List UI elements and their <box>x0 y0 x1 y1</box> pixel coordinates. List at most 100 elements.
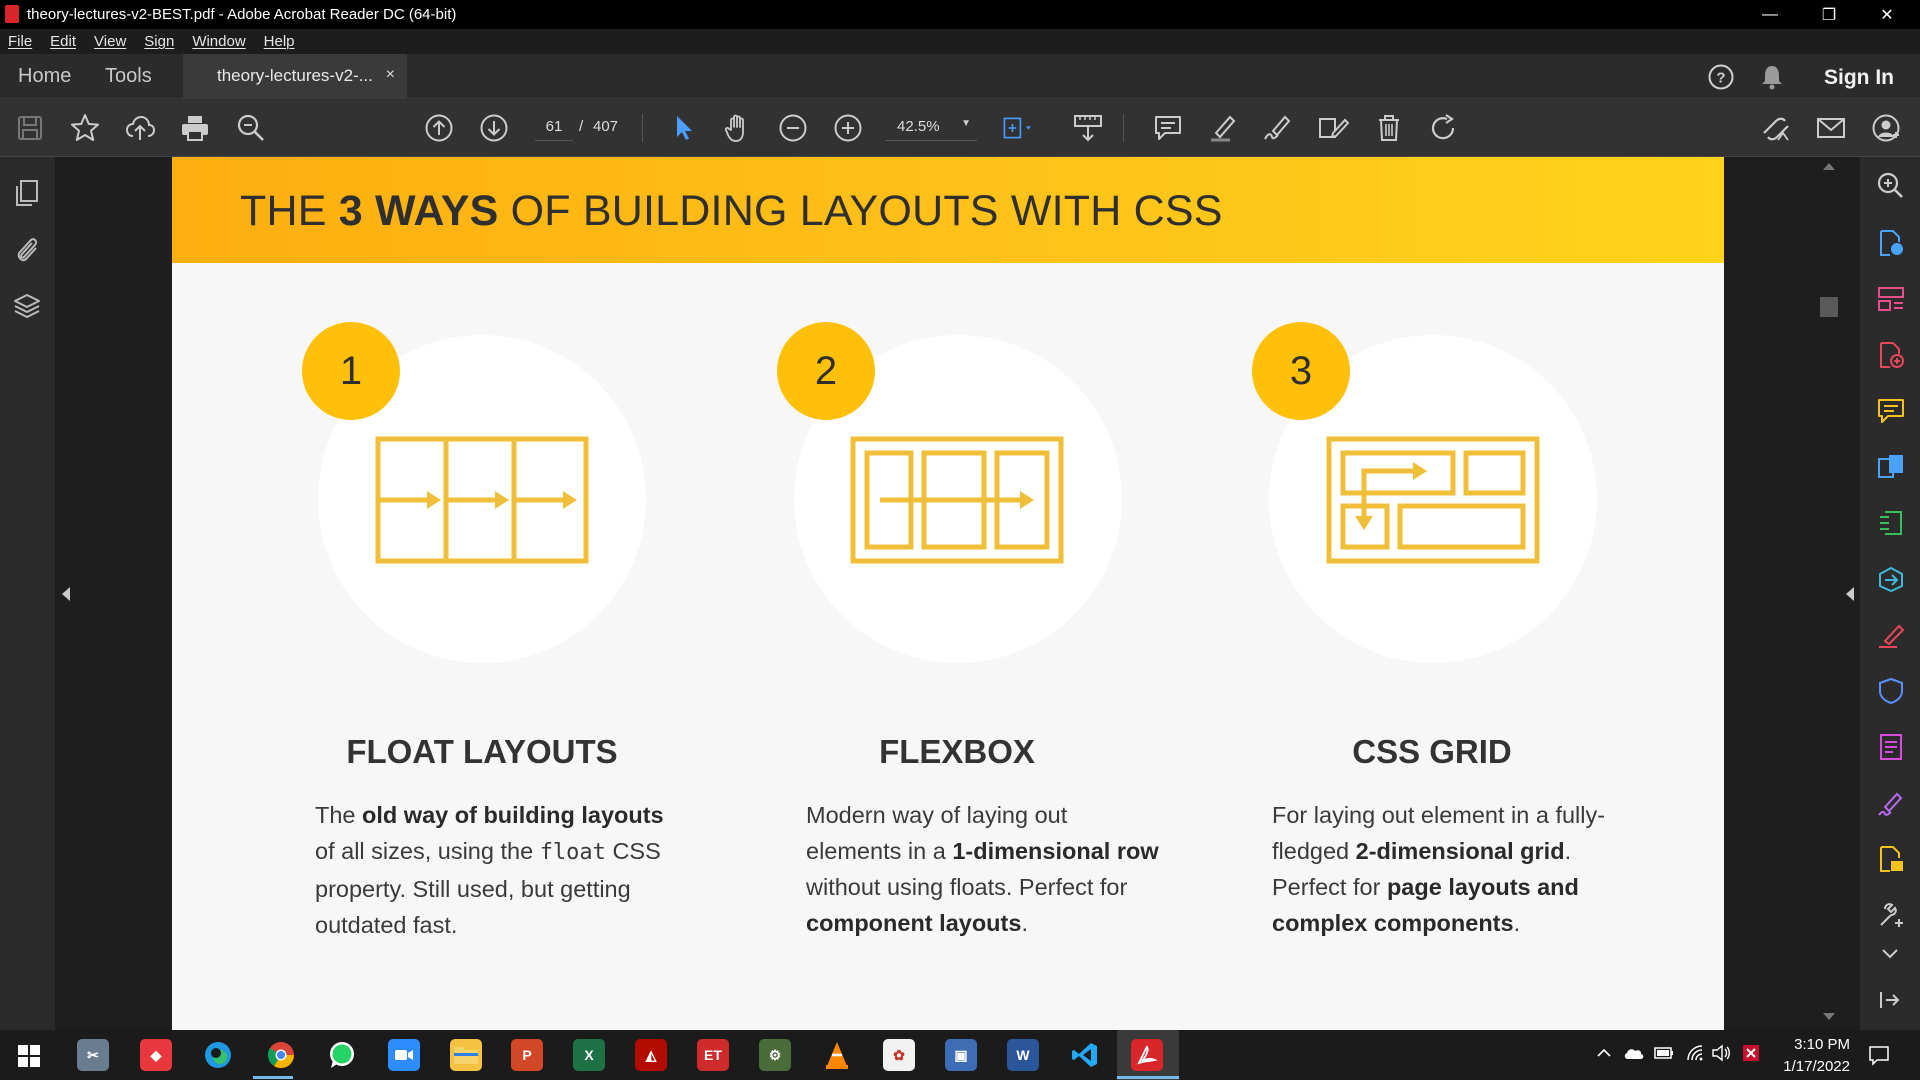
sign-in-button[interactable]: Sign In <box>1824 66 1894 90</box>
scroll-down-arrow[interactable] <box>1823 1013 1835 1020</box>
edit-text-icon[interactable] <box>1317 112 1349 144</box>
help-icon[interactable]: ? <box>1707 63 1735 91</box>
bookmark-star-icon[interactable] <box>69 112 101 144</box>
onedrive-cloud-icon[interactable] <box>1623 1046 1645 1060</box>
organize-pages-icon[interactable] <box>1877 285 1905 313</box>
expand-right-panel-icon[interactable] <box>1846 587 1854 601</box>
send-for-review-icon[interactable] <box>1877 565 1905 593</box>
powerpoint-icon[interactable]: P <box>511 1039 543 1071</box>
restore-button[interactable]: ❐ <box>1806 0 1852 29</box>
menu-file[interactable]: File <box>8 33 32 50</box>
volume-icon[interactable] <box>1711 1044 1731 1062</box>
email-icon[interactable] <box>1815 112 1847 144</box>
excel-icon[interactable]: X <box>573 1039 605 1071</box>
fill-sign-icon[interactable] <box>1877 621 1905 649</box>
et-app-icon[interactable]: ET <box>697 1039 729 1071</box>
close-window-button[interactable]: ✕ <box>1864 0 1910 29</box>
minimize-button[interactable]: — <box>1747 0 1793 29</box>
tab-home[interactable]: Home <box>18 65 71 88</box>
vertical-scrollbar[interactable] <box>1818 157 1840 1030</box>
zoom-search-icon[interactable] <box>235 112 267 144</box>
chrome-browser-icon[interactable] <box>265 1039 297 1071</box>
edge-browser-icon[interactable] <box>202 1039 234 1071</box>
menu-bar: File Edit View Sign Window Help <box>0 29 1920 54</box>
print-icon[interactable] <box>179 112 211 144</box>
layers-icon[interactable] <box>13 292 41 320</box>
close-tab-icon[interactable]: × <box>386 66 395 84</box>
system-tray-chevron-icon[interactable] <box>1597 1048 1611 1058</box>
share-link-icon[interactable] <box>1760 112 1792 144</box>
notification-center-icon[interactable] <box>1868 1044 1890 1066</box>
menu-window[interactable]: Window <box>192 33 245 50</box>
column-description-flexbox: Modern way of laying out elements in a 1… <box>806 797 1166 941</box>
number-badge-1: 1 <box>302 322 400 420</box>
scrollbar-thumb[interactable] <box>1820 297 1838 317</box>
next-page-icon[interactable] <box>478 112 510 144</box>
anydesk-icon[interactable]: ◆ <box>140 1039 172 1071</box>
zoom-out-icon[interactable] <box>777 112 809 144</box>
tab-tools[interactable]: Tools <box>105 65 152 88</box>
chevron-down-icon[interactable] <box>1880 947 1900 961</box>
language-indicator-icon[interactable] <box>1741 1043 1761 1063</box>
file-explorer-icon[interactable] <box>450 1039 482 1071</box>
comment-tool-icon[interactable] <box>1877 397 1905 425</box>
windows-start-icon[interactable] <box>18 1045 40 1067</box>
highlight-pen-icon[interactable] <box>1207 112 1239 144</box>
save-icon[interactable] <box>14 112 46 144</box>
attachments-paperclip-icon[interactable] <box>14 235 40 263</box>
system-clock[interactable]: 3:10 PM 1/17/2022 <box>1783 1034 1850 1078</box>
search-zoom-icon[interactable] <box>1876 171 1904 199</box>
whatsapp-icon[interactable] <box>326 1039 358 1071</box>
hand-tool-icon[interactable] <box>722 112 754 144</box>
chevron-down-icon: ▼ <box>961 118 971 129</box>
acrobat-reader-icon[interactable] <box>1131 1039 1163 1071</box>
utility-app-icon[interactable]: ⚙ <box>759 1039 791 1071</box>
scroll-up-arrow[interactable] <box>1823 163 1835 170</box>
combine-files-icon[interactable] <box>1877 453 1905 481</box>
menu-edit[interactable]: Edit <box>50 33 76 50</box>
create-pdf-icon[interactable] <box>1877 341 1905 369</box>
comment-icon[interactable] <box>1152 112 1184 144</box>
menu-help[interactable]: Help <box>264 33 295 50</box>
zoom-level-select[interactable]: 42.5% ▼ <box>885 113 977 141</box>
zoom-in-icon[interactable] <box>832 112 864 144</box>
rotate-icon[interactable] <box>1428 112 1460 144</box>
word-icon[interactable]: W <box>1007 1039 1039 1071</box>
zoom-meetings-icon[interactable] <box>388 1039 420 1071</box>
tab-document[interactable]: theory-lectures-v2-... × <box>183 54 407 99</box>
page-thumbnails-icon[interactable] <box>14 179 40 207</box>
stamp-icon[interactable] <box>1877 845 1905 873</box>
prepare-form-icon[interactable] <box>1877 733 1905 761</box>
select-cursor-icon[interactable] <box>668 112 700 144</box>
remote-desktop-icon[interactable]: ▣ <box>945 1039 977 1071</box>
current-page-input[interactable]: 61 <box>535 113 573 141</box>
add-user-icon[interactable] <box>1870 112 1902 144</box>
collapse-tools-panel-icon[interactable] <box>1878 989 1902 1011</box>
photo-app-icon[interactable]: ✿ <box>883 1039 915 1071</box>
export-pdf-icon[interactable] <box>1877 229 1905 257</box>
request-signature-icon[interactable] <box>1877 789 1905 817</box>
page-fit-icon[interactable] <box>1002 112 1034 144</box>
more-tools-icon[interactable] <box>1877 901 1905 929</box>
delete-trash-icon[interactable] <box>1373 112 1405 144</box>
scroll-mode-icon[interactable] <box>1072 112 1104 144</box>
battery-icon[interactable] <box>1654 1046 1674 1060</box>
vscode-icon[interactable] <box>1069 1039 1101 1071</box>
edit-pdf-icon[interactable] <box>1877 509 1905 537</box>
protect-shield-icon[interactable] <box>1877 677 1905 705</box>
acrobat-app-icon <box>5 5 19 23</box>
menu-view[interactable]: View <box>94 33 126 50</box>
draw-signature-icon[interactable] <box>1262 112 1294 144</box>
notifications-bell-icon[interactable] <box>1761 64 1783 90</box>
upload-cloud-icon[interactable] <box>124 112 156 144</box>
vlc-player-icon[interactable] <box>821 1039 853 1071</box>
previous-page-icon[interactable] <box>423 112 455 144</box>
column-heading-grid: CSS GRID <box>1352 733 1512 770</box>
wifi-icon[interactable] <box>1686 1044 1704 1062</box>
snipping-tool-icon[interactable]: ✂ <box>77 1039 109 1071</box>
collapse-left-panel-icon[interactable] <box>62 587 70 601</box>
flexbox-layout-icon <box>850 436 1064 564</box>
description-segment: old way of building layouts <box>362 802 664 828</box>
acrobat-pro-icon[interactable]: ◭ <box>635 1039 667 1071</box>
menu-sign[interactable]: Sign <box>144 33 174 50</box>
